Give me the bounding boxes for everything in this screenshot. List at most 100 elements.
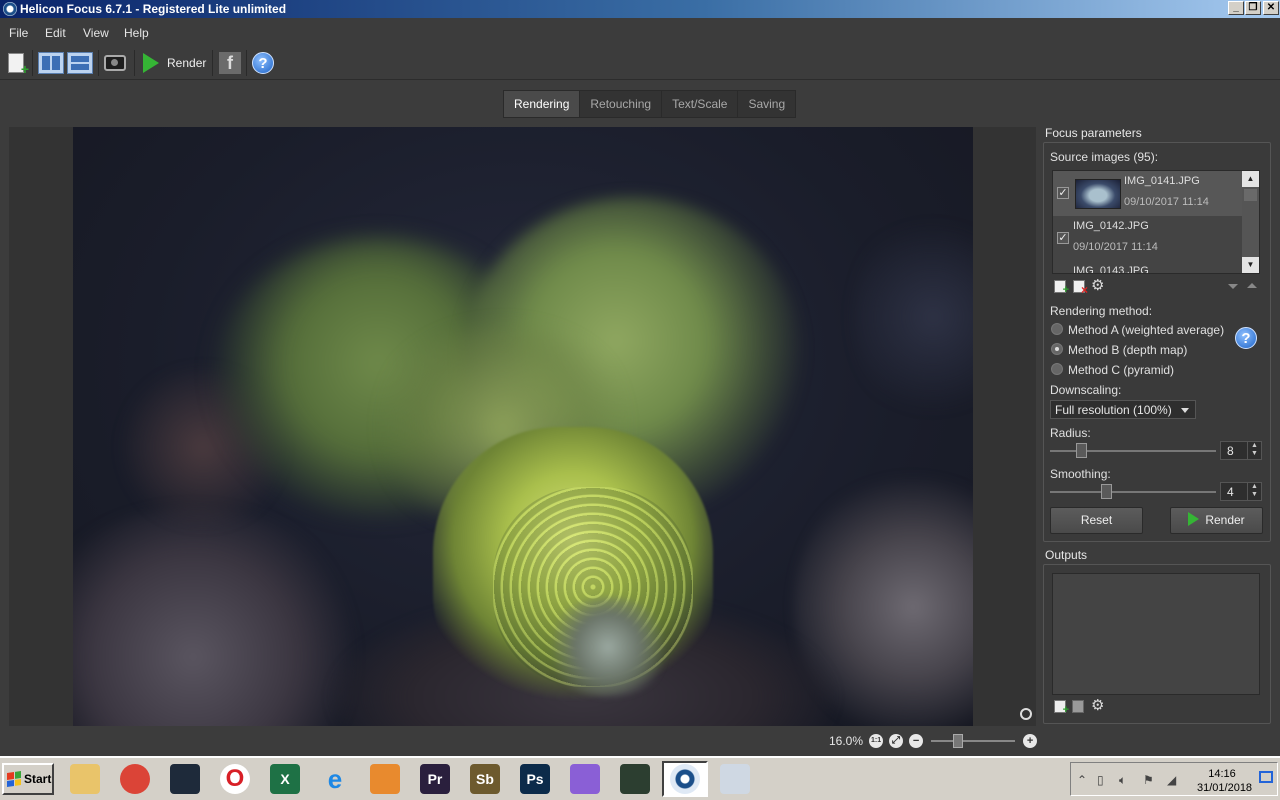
taskbar-storyboard-button[interactable]: Sb: [462, 761, 508, 797]
taskbar-excel-button[interactable]: X: [262, 761, 308, 797]
play-icon: [143, 53, 159, 73]
toolbar-separator: [32, 50, 33, 76]
opera-icon: O: [220, 764, 250, 794]
source-images-label: Source images (95):: [1050, 150, 1159, 164]
smoothing-spinbox[interactable]: 4 ▲ ▼: [1220, 482, 1262, 501]
chevron-down-icon: [1181, 408, 1189, 413]
menu-help[interactable]: Help: [124, 26, 149, 40]
taskbar-file-manager-button[interactable]: [62, 761, 108, 797]
add-images-icon[interactable]: [1054, 280, 1069, 296]
method-a-label[interactable]: Method A (weighted average): [1068, 323, 1224, 337]
spin-arrows-icon[interactable]: ▲ ▼: [1247, 483, 1261, 500]
downscaling-select[interactable]: Full resolution (100%): [1050, 400, 1196, 419]
zoom-out-button[interactable]: −: [909, 734, 924, 748]
output-new-document-icon[interactable]: [1054, 700, 1069, 716]
taskbar-premiere-button[interactable]: Pr: [412, 761, 458, 797]
preview-image[interactable]: [73, 127, 973, 726]
camera-button[interactable]: [104, 50, 126, 76]
clock-time: 14:16: [1208, 768, 1236, 780]
tab-retouching[interactable]: Retouching: [580, 91, 663, 117]
clock[interactable]: 14:16 31/01/2018: [1197, 767, 1252, 795]
scroll-down-arrow[interactable]: ▼: [1242, 257, 1259, 273]
radius-label: Radius:: [1050, 426, 1091, 440]
move-up-arrow-icon[interactable]: [1247, 283, 1257, 288]
source-list-scrollbar[interactable]: ▲ ▼: [1242, 171, 1259, 273]
zoom-fit-button[interactable]: ⤢: [889, 734, 904, 748]
move-down-arrow-icon[interactable]: [1228, 284, 1238, 289]
smoothing-slider[interactable]: [1050, 484, 1216, 499]
taskbar-paint-button[interactable]: [712, 761, 758, 797]
method-c-radio[interactable]: [1051, 363, 1063, 375]
image-viewport[interactable]: [9, 127, 1036, 726]
facebook-button[interactable]: f: [219, 50, 241, 76]
stacked-layout-button[interactable]: [67, 50, 93, 76]
taskbar-internet-explorer-button[interactable]: e: [312, 761, 358, 797]
render-button[interactable]: Render: [1170, 507, 1263, 534]
zoom-actual-size-button[interactable]: 1:1: [869, 734, 884, 748]
close-button[interactable]: ✕: [1263, 1, 1279, 15]
radius-slider-thumb[interactable]: [1075, 443, 1087, 458]
taskbar-cat-app-button[interactable]: [562, 761, 608, 797]
image-checkbox[interactable]: ✓: [1057, 232, 1069, 244]
taskbar-monitor-app-button[interactable]: [162, 761, 208, 797]
image-checkbox[interactable]: ✓: [1057, 187, 1069, 199]
method-a-radio[interactable]: [1051, 323, 1063, 335]
list-item[interactable]: ✓ IMG_0141.JPG 09/10/2017 11:14: [1053, 171, 1243, 216]
radius-spinbox[interactable]: 8 ▲ ▼: [1220, 441, 1262, 460]
scrollbar-thumb[interactable]: [1244, 189, 1257, 201]
zoom-in-button[interactable]: +: [1023, 734, 1038, 748]
show-hidden-icons-icon[interactable]: ⌃: [1077, 773, 1087, 787]
image-date: 09/10/2017 11:14: [1073, 241, 1158, 253]
network-icon[interactable]: ◢: [1167, 773, 1176, 787]
tab-text-scale[interactable]: Text/Scale: [662, 91, 739, 117]
reset-button[interactable]: Reset: [1050, 507, 1143, 534]
toolbar-render-button[interactable]: Render: [143, 50, 206, 76]
minimize-button[interactable]: _: [1228, 1, 1244, 15]
radius-value: 8: [1227, 444, 1234, 458]
menu-edit[interactable]: Edit: [45, 26, 66, 40]
output-settings-gear-icon[interactable]: ⚙: [1091, 698, 1104, 713]
method-b-radio[interactable]: [1051, 343, 1063, 355]
method-c-label[interactable]: Method C (pyramid): [1068, 363, 1174, 377]
taskbar-opera-button[interactable]: O: [212, 761, 258, 797]
smoothing-slider-thumb[interactable]: [1101, 484, 1112, 499]
list-item[interactable]: ✓ IMG_0142.JPG 09/10/2017 11:14: [1053, 216, 1243, 261]
toolbar-help-button[interactable]: ?: [252, 50, 274, 76]
side-by-side-layout-button[interactable]: [38, 50, 64, 76]
menu-bar: File Edit View Help: [0, 22, 1280, 42]
taskbar-system-monitor-button[interactable]: [612, 761, 658, 797]
start-button[interactable]: Start: [2, 763, 54, 795]
menu-view[interactable]: View: [83, 26, 109, 40]
list-item[interactable]: IMG_0143.JPG: [1053, 261, 1243, 273]
zoom-slider-thumb[interactable]: [953, 734, 964, 748]
taskbar-photoshop-button[interactable]: Ps: [512, 761, 558, 797]
taskbar-chrome-button[interactable]: [112, 761, 158, 797]
tab-rendering[interactable]: Rendering: [504, 91, 581, 117]
volume-icon[interactable]: 🔈︎: [1119, 773, 1126, 788]
method-help-button[interactable]: ?: [1235, 327, 1257, 349]
method-b-label[interactable]: Method B (depth map): [1068, 343, 1187, 357]
new-project-button[interactable]: [8, 50, 29, 77]
zoom-magnifier-icon[interactable]: [1020, 708, 1032, 720]
smoothing-label: Smoothing:: [1050, 467, 1111, 481]
menu-file[interactable]: File: [9, 26, 28, 40]
action-center-flag-icon[interactable]: ⚑: [1143, 773, 1154, 787]
tab-saving[interactable]: Saving: [738, 91, 795, 117]
helicon-app-icon[interactable]: [3, 2, 17, 16]
restore-button[interactable]: ❐: [1245, 1, 1261, 15]
taskbar-media-app-button[interactable]: [362, 761, 408, 797]
source-images-list[interactable]: ✓ IMG_0141.JPG 09/10/2017 11:14 ✓ IMG_01…: [1052, 170, 1260, 274]
zoom-slider[interactable]: [931, 734, 1016, 748]
scroll-up-arrow[interactable]: ▲: [1242, 171, 1259, 187]
show-desktop-icon[interactable]: [1259, 771, 1273, 783]
list-settings-gear-icon[interactable]: ⚙: [1091, 278, 1104, 293]
save-output-icon[interactable]: [1072, 700, 1084, 713]
device-icon[interactable]: ▯: [1097, 773, 1104, 787]
remove-images-icon[interactable]: [1073, 280, 1088, 297]
new-document-icon: [8, 53, 29, 77]
radius-slider[interactable]: [1050, 443, 1216, 458]
spin-arrows-icon[interactable]: ▲ ▼: [1247, 442, 1261, 459]
toolbar-separator: [98, 50, 99, 76]
outputs-list[interactable]: [1052, 573, 1260, 695]
taskbar-helicon-focus-button[interactable]: [662, 761, 708, 797]
